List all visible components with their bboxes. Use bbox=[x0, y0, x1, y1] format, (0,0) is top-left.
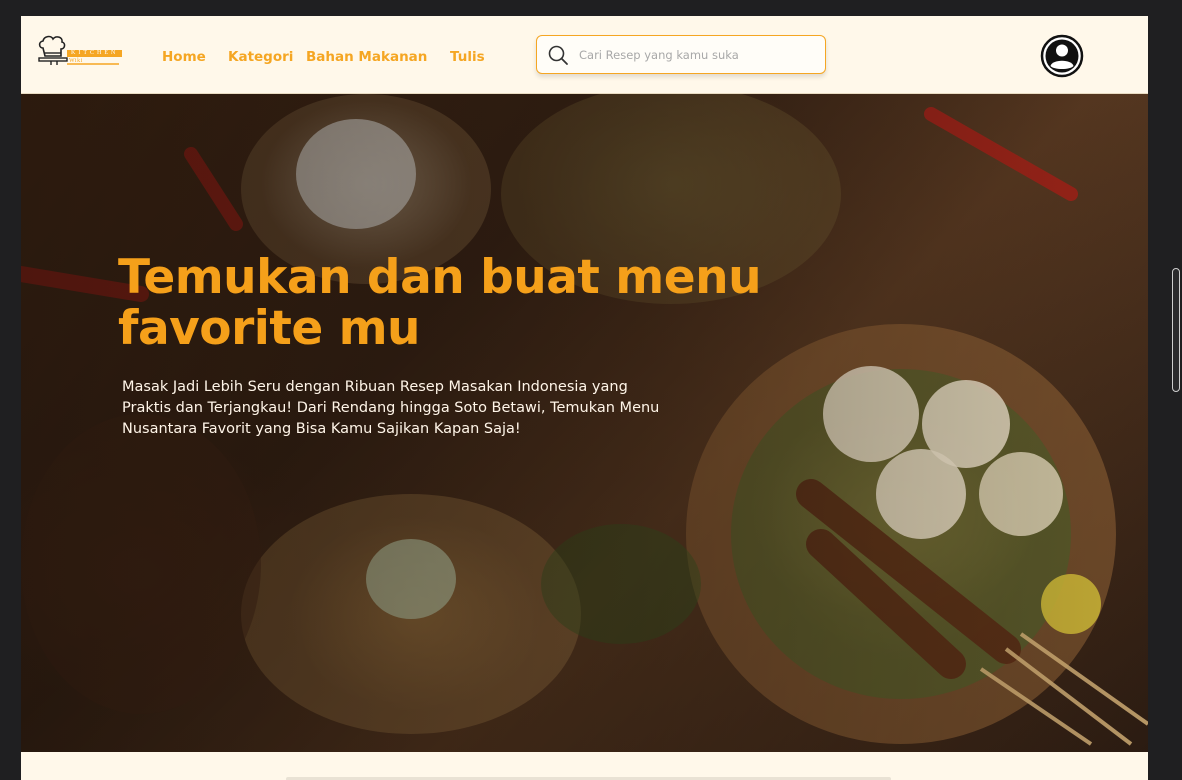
brand-logo-text: KITCHEN bbox=[67, 50, 123, 57]
profile-avatar[interactable] bbox=[1040, 34, 1084, 78]
brand-logo-subtext: Wiki bbox=[69, 58, 83, 64]
search-bar bbox=[536, 35, 826, 74]
nav-home[interactable]: Home bbox=[162, 49, 206, 65]
navbar: KITCHEN Wiki Home Kategori Bahan Makanan… bbox=[21, 16, 1148, 94]
next-section-strip bbox=[21, 752, 1148, 780]
search-icon[interactable] bbox=[547, 44, 569, 66]
brand-logo[interactable]: KITCHEN Wiki bbox=[37, 34, 123, 68]
page-scrollbar[interactable] bbox=[1172, 268, 1180, 392]
search-input[interactable] bbox=[579, 44, 815, 66]
user-circle-icon bbox=[1040, 34, 1084, 78]
nav-kategori[interactable]: Kategori bbox=[228, 49, 293, 65]
page-frame: KITCHEN Wiki Home Kategori Bahan Makanan… bbox=[21, 16, 1148, 780]
window-top-strip bbox=[0, 0, 1182, 16]
nav-tulis[interactable]: Tulis bbox=[450, 49, 485, 65]
hero-title: Temukan dan buat menu favorite mu bbox=[118, 250, 762, 356]
hero-description: Masak Jadi Lebih Seru dengan Ribuan Rese… bbox=[122, 379, 660, 437]
nav-bahan-makanan[interactable]: Bahan Makanan bbox=[306, 49, 427, 65]
hero-banner: Temukan dan buat menu favorite mu Masak … bbox=[21, 94, 1148, 752]
